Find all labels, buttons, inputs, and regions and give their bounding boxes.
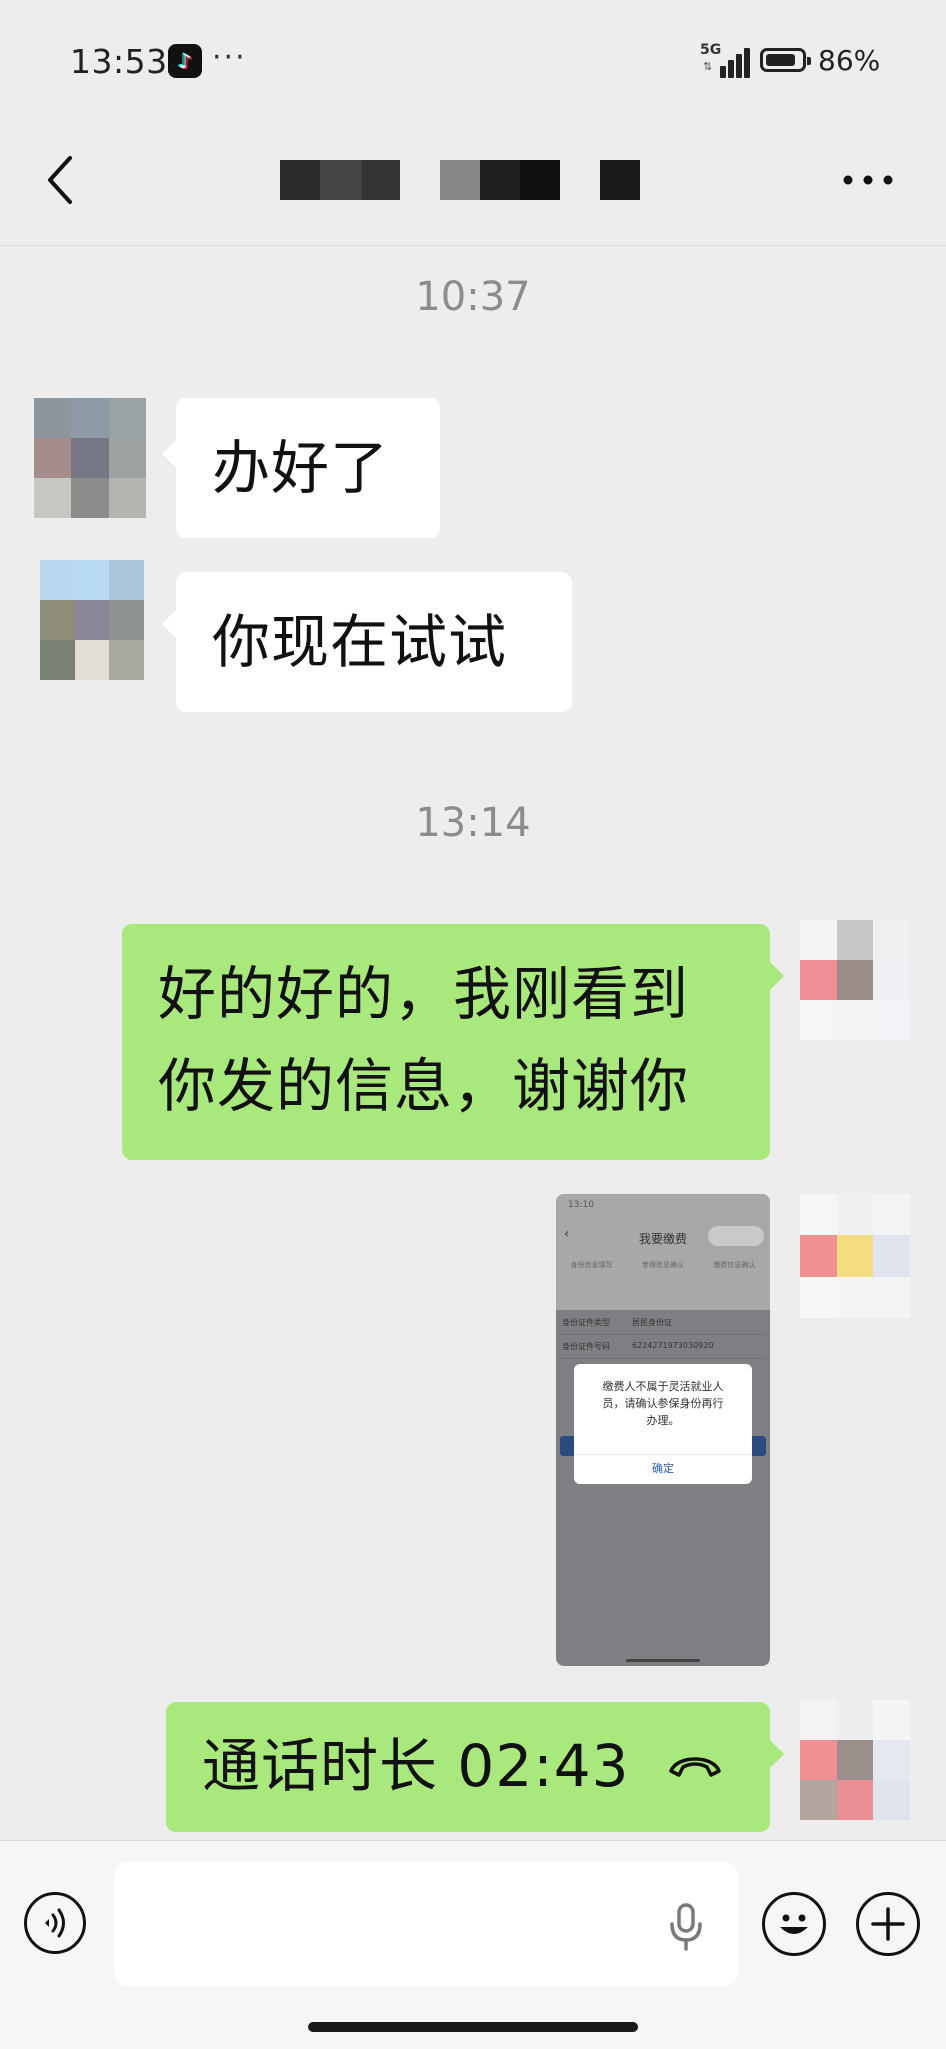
message-bubble-received[interactable]: 你现在试试 [176, 572, 572, 712]
bubble-tail [162, 440, 176, 468]
message-timestamp: 13:14 [415, 800, 531, 846]
mic-icon[interactable] [668, 1902, 704, 1952]
my-avatar[interactable] [800, 1194, 910, 1318]
status-more-indicator: ··· [212, 40, 247, 75]
cellular-signal-icon: 5G ⇅ [700, 42, 750, 78]
dialog-text-line: 缴费人不属于灵活就业人 [602, 1380, 724, 1393]
message-text-line: 好的好的，我刚看到 [158, 960, 690, 1028]
battery-icon [760, 48, 811, 72]
call-duration-text: 通话时长 02:43 [202, 1732, 630, 1800]
plus-icon[interactable] [856, 1892, 920, 1956]
battery-percentage: 86% [818, 44, 881, 77]
message-input[interactable] [114, 1862, 738, 1986]
tiktok-notification-icon: ♪ [168, 44, 202, 78]
dialog-text-line: 员，请确认参保身份再行 [602, 1397, 724, 1410]
message-bubble-sent[interactable]: 好的好的，我刚看到 你发的信息，谢谢你 [122, 924, 770, 1160]
message-text: 你现在试试 [212, 608, 508, 676]
call-record-bubble[interactable]: 通话时长 02:43 [166, 1702, 770, 1832]
my-avatar[interactable] [800, 920, 910, 1040]
bubble-tail [770, 962, 784, 990]
contact-avatar[interactable] [40, 560, 144, 680]
home-indicator[interactable] [308, 2022, 638, 2032]
my-avatar[interactable] [800, 1700, 910, 1820]
chevron-left-icon[interactable] [40, 150, 86, 210]
emoji-icon[interactable] [762, 1892, 826, 1956]
screenshot-time: 13:10 [568, 1200, 594, 1210]
screenshot-capsule [708, 1226, 764, 1246]
chat-title-redacted [280, 158, 640, 202]
network-type-label: 5G [700, 42, 722, 58]
screenshot-dialog: 缴费人不属于灵活就业人 员，请确认参保身份再行 办理。 确定 [574, 1364, 752, 1484]
status-time: 13:53 [70, 42, 168, 81]
dialog-text-line: 办理。 [646, 1414, 680, 1427]
screenshot-row-label: 身份证件号码 [562, 1342, 610, 1351]
screenshot-row-value: 居民身份证 [632, 1318, 672, 1327]
bubble-tail [770, 1740, 784, 1768]
screenshot-step: 缴费信息确认 [713, 1261, 756, 1269]
message-text: 办好了 [212, 434, 390, 502]
ellipsis-icon[interactable] [838, 162, 898, 198]
screenshot-step: 参保信息确认 [641, 1261, 684, 1269]
contact-avatar[interactable] [34, 398, 146, 518]
screenshot-step: 身份信息填写 [570, 1261, 613, 1269]
voice-icon[interactable] [24, 1892, 86, 1954]
screenshot-row-value: 6224271973030920 [632, 1341, 714, 1350]
bubble-tail [162, 610, 176, 638]
message-timestamp: 10:37 [415, 274, 531, 320]
message-bubble-received[interactable]: 办好了 [176, 398, 440, 538]
message-text-line: 你发的信息，谢谢你 [158, 1052, 690, 1120]
dialog-ok: 确定 [574, 1454, 752, 1483]
image-message[interactable]: 13:10 ‹ 我要缴费 身份信息填写 参保信息确认 缴费信息确认 身份证件类型… [556, 1194, 770, 1666]
nav-divider [0, 245, 946, 246]
screenshot-row-label: 身份证件类型 [562, 1318, 610, 1327]
phone-hangup-icon [669, 1757, 721, 1777]
